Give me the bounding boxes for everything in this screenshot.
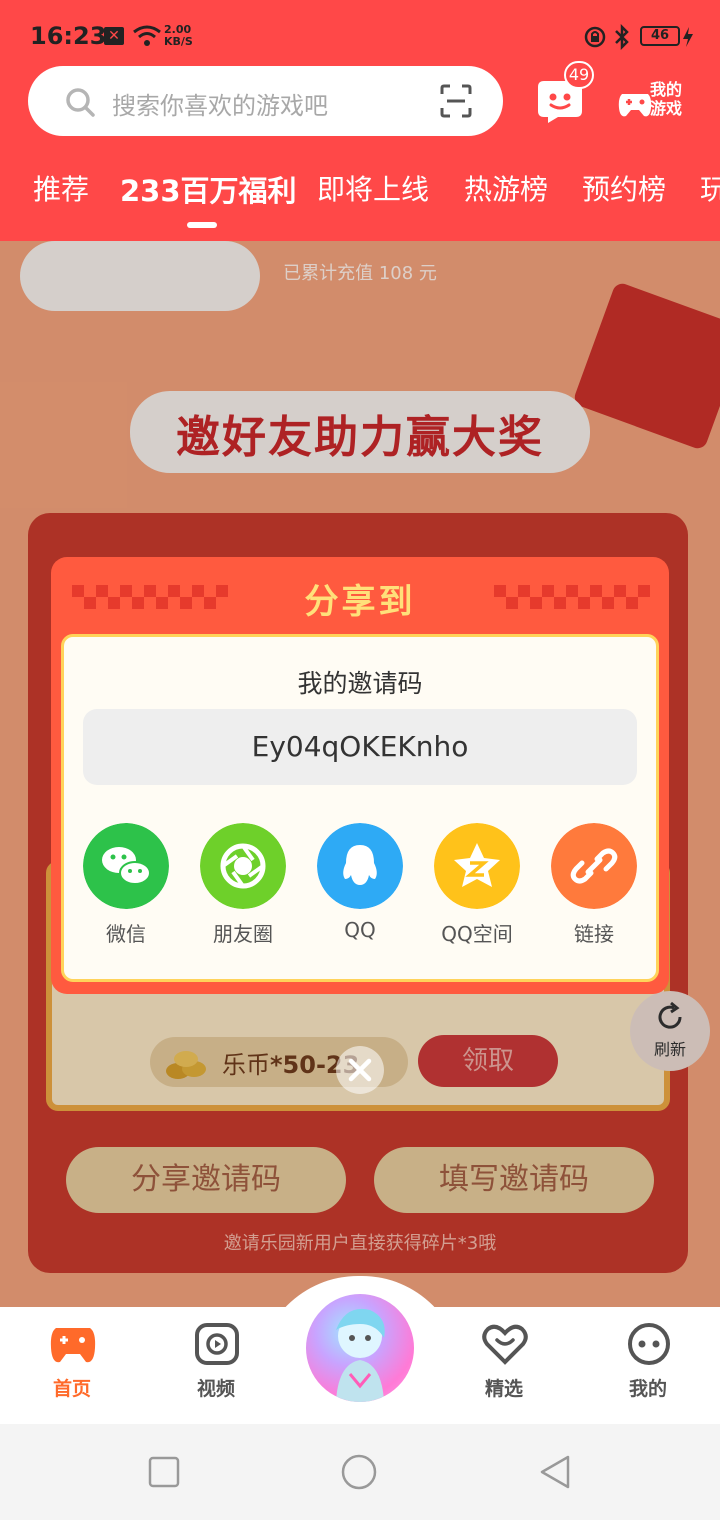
share-qq-label: QQ <box>344 918 376 942</box>
search-icon <box>66 88 95 117</box>
search-placeholder: 搜索你喜欢的游戏吧 <box>112 92 328 120</box>
tab-indicator <box>187 222 217 228</box>
share-qzone-label: QQ空间 <box>441 922 513 946</box>
nav-featured-label: 精选 <box>484 1378 523 1400</box>
nav-home-label: 首页 <box>52 1378 91 1400</box>
tab-coming-soon[interactable]: 即将上线 <box>317 168 429 208</box>
battery-indicator: 46 <box>640 26 680 46</box>
my-games-line1: 我的 <box>650 80 683 99</box>
my-games-label: 我的 游戏 <box>650 80 700 118</box>
status-time: 16:23 <box>30 22 107 50</box>
nav-featured[interactable]: 精选 <box>454 1322 554 1402</box>
share-wechat[interactable]: 微信 <box>81 823 171 953</box>
system-navigation-bar <box>0 1424 720 1520</box>
wifi-icon <box>133 25 161 46</box>
invite-code-label: 我的邀请码 <box>297 669 423 698</box>
avatar-illustration <box>336 1308 385 1402</box>
home-icon[interactable] <box>340 1453 378 1491</box>
speed-unit: KB/S <box>164 35 193 48</box>
heart-icon <box>482 1324 528 1365</box>
video-icon <box>195 1323 239 1365</box>
close-icon[interactable] <box>336 1046 384 1094</box>
qq-icon <box>317 823 403 909</box>
back-icon[interactable] <box>538 1454 572 1490</box>
invite-code-value[interactable]: Ey04qOKEKnho <box>83 730 637 763</box>
tab-recommend[interactable]: 推荐 <box>33 168 89 208</box>
my-games-line2: 游戏 <box>650 99 683 118</box>
share-moments-label: 朋友圈 <box>213 922 273 946</box>
link-icon <box>551 823 637 909</box>
share-moments[interactable]: 朋友圈 <box>198 823 288 953</box>
face-icon <box>628 1323 670 1365</box>
tab-reservation-rank[interactable]: 预约榜 <box>582 168 666 208</box>
share-link-label: 链接 <box>574 922 614 946</box>
center-avatar-button[interactable] <box>303 1291 417 1405</box>
tab-million-welfare[interactable]: 233百万福利 <box>120 168 297 210</box>
gamepad-icon <box>618 94 652 117</box>
share-link[interactable]: 链接 <box>549 823 639 953</box>
recent-apps-icon[interactable] <box>148 1456 180 1488</box>
nav-video[interactable]: 视频 <box>166 1322 266 1402</box>
moments-icon <box>200 823 286 909</box>
nav-mine-label: 我的 <box>628 1378 667 1400</box>
tab-hot-games[interactable]: 热游榜 <box>464 168 548 208</box>
category-tabs: 推荐 233百万福利 即将上线 热游榜 预约榜 玩 <box>0 168 720 228</box>
wechat-icon <box>83 823 169 909</box>
nav-mine[interactable]: 我的 <box>598 1322 698 1402</box>
modal-title: 分享到 <box>304 582 416 622</box>
nav-video-label: 视频 <box>196 1378 235 1400</box>
message-badge: 49 <box>564 61 594 89</box>
charging-icon <box>683 27 693 47</box>
qzone-icon <box>434 823 520 909</box>
share-wechat-label: 微信 <box>106 922 146 946</box>
network-speed: 2.00 KB/S <box>164 24 193 48</box>
notification-icon: ✕ <box>104 27 124 45</box>
tab-play[interactable]: 玩 <box>700 168 720 208</box>
nav-home[interactable]: 首页 <box>22 1322 122 1402</box>
share-qzone[interactable]: QQ空间 <box>432 823 522 953</box>
scan-icon[interactable] <box>440 84 472 118</box>
rotation-lock-icon <box>584 26 606 48</box>
share-qq[interactable]: QQ <box>315 823 405 953</box>
gamepad-icon <box>50 1328 96 1363</box>
bluetooth-icon <box>615 24 629 50</box>
status-bar: 16:23 ✕ 2.00 KB/S 46 <box>0 0 720 70</box>
